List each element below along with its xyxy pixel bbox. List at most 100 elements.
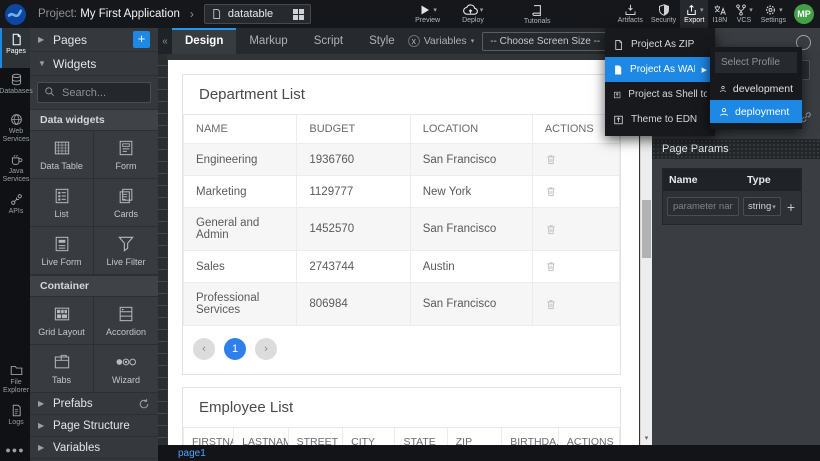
- chevron-down-icon[interactable]: ▾: [480, 6, 484, 14]
- column-header[interactable]: BIRTHDA...: [502, 428, 559, 445]
- column-header[interactable]: STATE: [395, 428, 447, 445]
- cell-budget: 806984: [297, 283, 410, 326]
- param-name-input[interactable]: [667, 197, 739, 216]
- chevron-down-icon[interactable]: ▾: [779, 6, 783, 14]
- widget-tile-tabs[interactable]: Tabs: [30, 345, 94, 393]
- add-param-button[interactable]: +: [785, 199, 797, 215]
- tab-markup[interactable]: Markup: [236, 28, 300, 54]
- wavemaker-logo[interactable]: [5, 4, 26, 25]
- deploy-button[interactable]: ▾ Deploy: [458, 0, 488, 28]
- cell-budget: 2743744: [297, 251, 410, 283]
- submenu-item-development[interactable]: development: [710, 77, 802, 100]
- column-header[interactable]: FIRSTNA...: [184, 428, 234, 445]
- column-header[interactable]: LASTNAME: [234, 428, 289, 445]
- delete-icon[interactable]: [545, 298, 557, 311]
- prefabs-accordion[interactable]: ▶ Prefabs: [30, 393, 158, 415]
- export-button[interactable]: ▾ Export: [680, 0, 708, 28]
- tab-style[interactable]: Style: [356, 28, 408, 54]
- screen-size-select[interactable]: -- Choose Screen Size -- ▾: [482, 32, 618, 51]
- widget-tile-wizard[interactable]: Wizard: [94, 345, 158, 393]
- collapse-panel-button[interactable]: «: [158, 28, 172, 54]
- widget-tile-live-filter[interactable]: Live Filter: [94, 227, 158, 275]
- page-selector[interactable]: datatable: [204, 4, 311, 24]
- cell-name: Professional Services: [184, 283, 297, 326]
- delete-icon[interactable]: [545, 223, 557, 236]
- widget-tile-form[interactable]: Form: [94, 131, 158, 179]
- data-table-icon: [52, 138, 72, 158]
- widget-tile-cards[interactable]: Cards: [94, 179, 158, 227]
- page-preview[interactable]: Department List NAME BUDGET LOCATION ACT…: [168, 60, 639, 445]
- menu-item-project-as-zip[interactable]: Project As ZIP: [605, 32, 715, 57]
- refresh-icon[interactable]: [138, 398, 150, 410]
- tab-design[interactable]: Design: [172, 28, 236, 54]
- widget-tile-live-form[interactable]: Live Form: [30, 227, 94, 275]
- submenu-item-deployment[interactable]: deployment: [710, 100, 802, 123]
- breadcrumb: Project: My First Application: [38, 8, 180, 20]
- settings-button[interactable]: ▾ Settings: [757, 0, 790, 28]
- column-header[interactable]: LOCATION: [410, 115, 532, 144]
- param-col-type: Type: [741, 169, 783, 191]
- security-button[interactable]: Security: [647, 0, 680, 28]
- rail-item-apis[interactable]: APIs: [0, 188, 30, 228]
- funnel-icon: [116, 234, 136, 254]
- department-list-widget[interactable]: Department List NAME BUDGET LOCATION ACT…: [182, 74, 621, 375]
- table-row[interactable]: Professional Services 806984 San Francis…: [184, 283, 620, 326]
- widgets-accordion[interactable]: ▼ Widgets: [30, 52, 158, 76]
- column-header[interactable]: CITY: [343, 428, 395, 445]
- dashboard-icon[interactable]: [293, 9, 304, 20]
- pagination-next-button[interactable]: ›: [255, 338, 277, 360]
- widget-tile-list[interactable]: List: [30, 179, 94, 227]
- widget-tile-accordion[interactable]: Accordion: [94, 297, 158, 345]
- table-row[interactable]: Sales 2743744 Austin: [184, 251, 620, 283]
- preview-label: Preview: [415, 17, 440, 24]
- column-header[interactable]: STREET: [288, 428, 343, 445]
- delete-icon[interactable]: [545, 153, 557, 166]
- chevron-down-icon[interactable]: ▾: [433, 6, 437, 14]
- delete-icon[interactable]: [545, 185, 557, 198]
- artifacts-button[interactable]: Artifacts: [614, 0, 647, 28]
- tutorials-button[interactable]: Tutorials: [520, 0, 555, 28]
- menu-item-project-as-war[interactable]: Project As WAR ▶: [605, 57, 715, 82]
- project-label: Project:: [38, 8, 77, 20]
- widget-tile-grid-layout[interactable]: Grid Layout: [30, 297, 94, 345]
- menu-item-project-as-shell-to-edn[interactable]: Project as Shell to EDN: [605, 82, 715, 107]
- employee-list-widget[interactable]: Employee List FIRSTNA... LASTNAME STREET…: [182, 387, 621, 445]
- add-page-button[interactable]: +: [133, 31, 150, 48]
- column-header[interactable]: BUDGET: [297, 115, 410, 144]
- rail-item-pages[interactable]: Pages: [0, 28, 30, 68]
- coffee-icon: [10, 153, 23, 166]
- table-row[interactable]: Marketing 1129777 New York: [184, 176, 620, 208]
- variables-label: Variables: [53, 442, 150, 454]
- rail-item-databases[interactable]: Databases: [0, 68, 30, 108]
- widget-tile-data-table[interactable]: Data Table: [30, 131, 94, 179]
- chevron-down-icon[interactable]: ▾: [749, 6, 753, 14]
- table-row[interactable]: General and Admin 1452570 San Francisco: [184, 208, 620, 251]
- param-type-select[interactable]: string ▾: [743, 197, 781, 216]
- column-header[interactable]: ACTIONS: [558, 428, 619, 445]
- tab-script[interactable]: Script: [301, 28, 356, 54]
- menu-item-theme-to-edn[interactable]: Theme to EDN: [605, 107, 715, 132]
- column-header[interactable]: ZIP: [447, 428, 502, 445]
- preview-button[interactable]: ▾ Preview: [411, 0, 444, 28]
- statusbar-page-tab[interactable]: page1: [178, 448, 206, 459]
- vcs-button[interactable]: ▾ VCS: [731, 0, 757, 28]
- more-icon[interactable]: ●●●: [0, 439, 30, 461]
- rail-item-web-services[interactable]: Web Services: [0, 108, 30, 148]
- table-row[interactable]: Engineering 1936760 San Francisco: [184, 144, 620, 176]
- delete-icon[interactable]: [545, 260, 557, 273]
- user-avatar[interactable]: MP: [794, 4, 814, 24]
- pages-accordion[interactable]: ▶ Pages +: [30, 28, 158, 52]
- column-header[interactable]: NAME: [184, 115, 297, 144]
- pagination-prev-button[interactable]: ‹: [193, 338, 215, 360]
- pagination-page-1[interactable]: 1: [224, 338, 246, 360]
- variables-accordion[interactable]: ▶ Variables: [30, 437, 158, 459]
- scrollbar-thumb[interactable]: [642, 200, 651, 258]
- i18n-button[interactable]: I18N: [708, 0, 731, 28]
- rail-label: APIs: [9, 208, 24, 216]
- rail-item-file-explorer[interactable]: File Explorer: [0, 359, 30, 399]
- scroll-down-arrow[interactable]: ▾: [641, 434, 652, 442]
- rail-item-logs[interactable]: Logs: [0, 399, 30, 439]
- page-structure-accordion[interactable]: ▶ Page Structure: [30, 415, 158, 437]
- rail-item-java-services[interactable]: Java Services: [0, 148, 30, 188]
- variables-dropdown[interactable]: x Variables ▾: [408, 35, 475, 47]
